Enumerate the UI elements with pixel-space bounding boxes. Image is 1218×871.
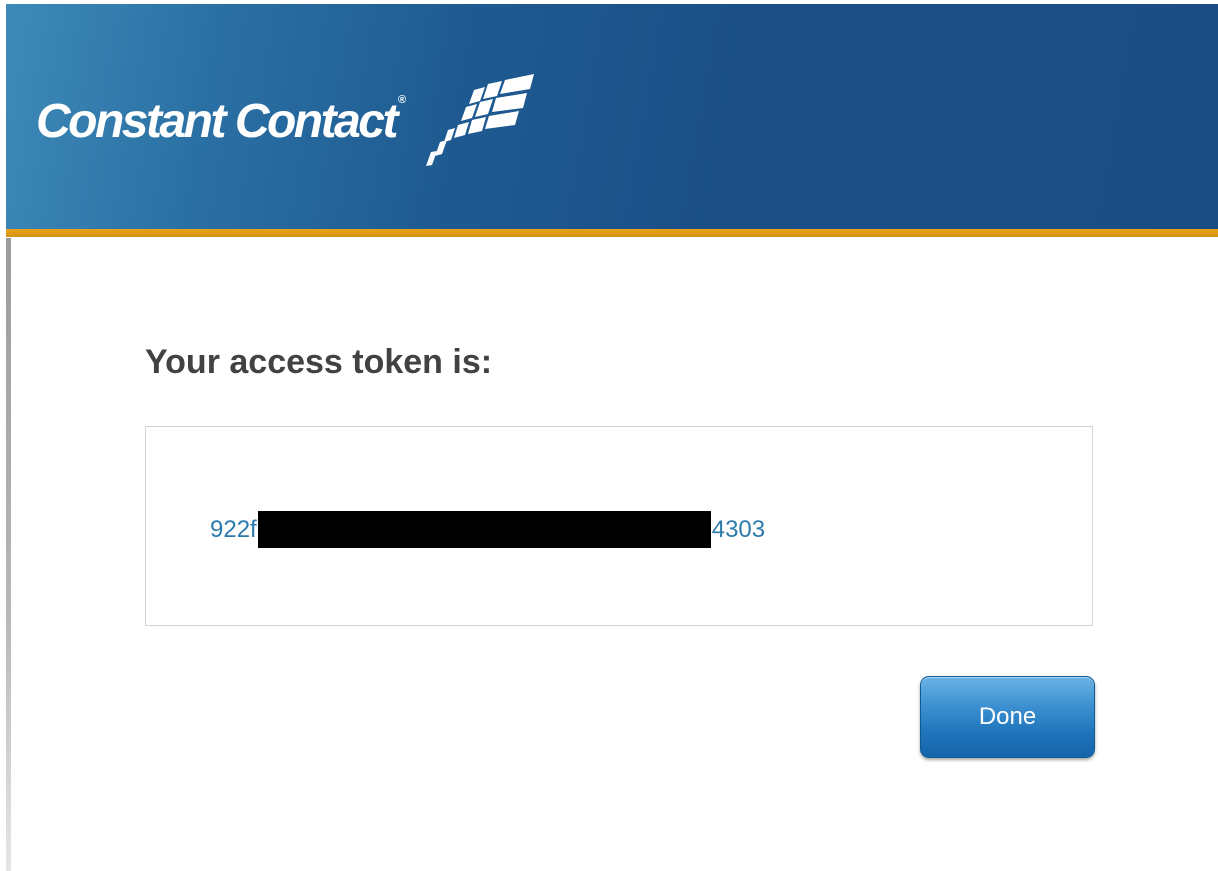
logo-wordmark: Constant Contact [36, 95, 398, 148]
access-token-value[interactable]: 922f 4303 [210, 511, 765, 548]
left-border-rule [6, 238, 11, 871]
header-accent-stripe [6, 229, 1218, 237]
page-title: Your access token is: [145, 343, 493, 381]
constant-contact-flag-icon [426, 74, 535, 166]
constant-contact-logo: Constant Contact ® [36, 74, 540, 167]
access-token-box: 922f 4303 [145, 426, 1093, 626]
registered-mark: ® [397, 94, 407, 106]
token-redaction-bar [257, 511, 711, 548]
token-page: Constant Contact ® Your access token is:… [0, 0, 1218, 871]
done-button[interactable]: Done [920, 676, 1095, 758]
token-suffix: 4303 [711, 515, 766, 543]
token-prefix: 922f [210, 515, 257, 543]
header-banner: Constant Contact ® [6, 4, 1218, 229]
